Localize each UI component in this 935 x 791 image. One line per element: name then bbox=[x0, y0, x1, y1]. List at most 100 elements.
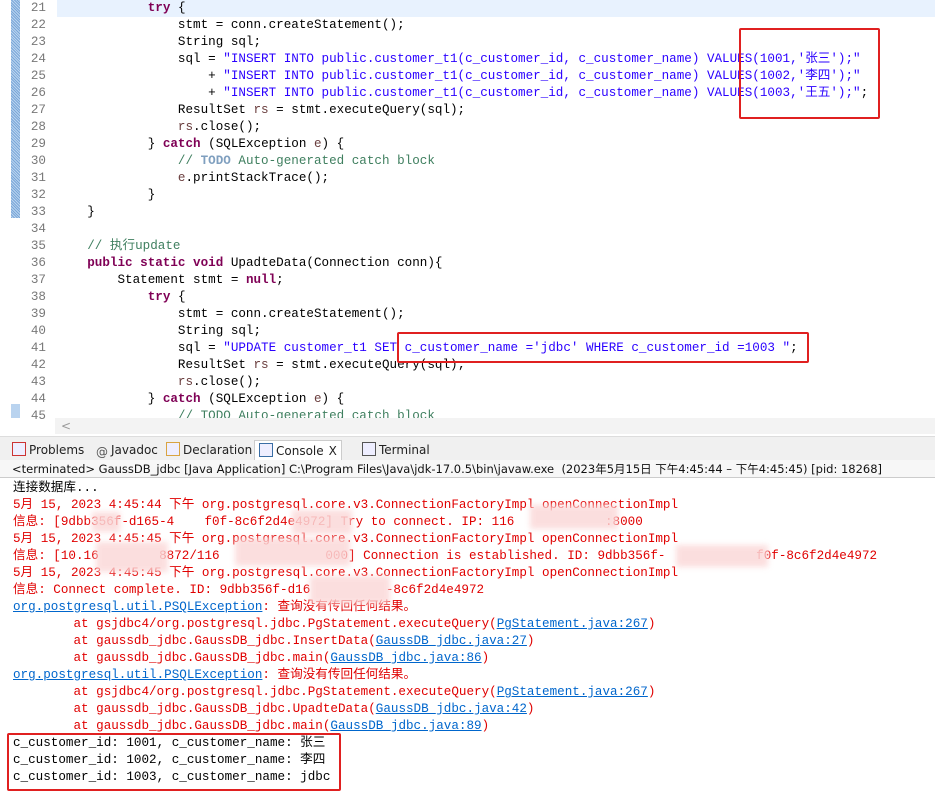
line-number: 41 bbox=[30, 341, 46, 355]
console-text: at gaussdb_jdbc.GaussDB_jdbc.UpadteData( bbox=[13, 702, 376, 716]
code-line[interactable]: 34 bbox=[0, 221, 935, 238]
tab-javadoc[interactable]: @ Javadoc bbox=[96, 440, 158, 460]
console-link[interactable]: GaussDB_jdbc.java:86 bbox=[330, 651, 481, 665]
redaction-blur bbox=[96, 542, 168, 572]
code-token: Auto-generated catch block bbox=[230, 154, 435, 168]
line-number: 33 bbox=[30, 205, 46, 219]
redaction-blur bbox=[92, 512, 120, 532]
code-line[interactable]: 30 // TODO Auto-generated catch block bbox=[0, 153, 935, 170]
line-number: 25 bbox=[30, 69, 46, 83]
line-number: 23 bbox=[30, 35, 46, 49]
line-number: 30 bbox=[30, 154, 46, 168]
console-text: ) bbox=[526, 634, 535, 648]
code-token: { bbox=[170, 1, 186, 15]
code-token: e bbox=[313, 137, 322, 151]
tab-terminal[interactable]: Terminal bbox=[362, 440, 430, 460]
code-token: rs bbox=[253, 358, 269, 372]
close-icon[interactable]: X bbox=[329, 444, 337, 458]
problems-icon bbox=[12, 442, 26, 456]
line-number: 31 bbox=[30, 171, 46, 185]
code-token: try bbox=[147, 1, 171, 15]
code-text: // 执行update bbox=[57, 238, 180, 255]
code-text: e.printStackTrace(); bbox=[57, 170, 329, 187]
line-number: 36 bbox=[30, 256, 46, 270]
highlight-box-insert-values bbox=[739, 28, 880, 119]
code-text: } bbox=[57, 187, 156, 204]
scroll-left-arrow-icon[interactable]: < bbox=[61, 419, 71, 433]
code-line[interactable]: 43 rs.close(); bbox=[0, 374, 935, 391]
tab-console[interactable]: Console X bbox=[254, 440, 342, 461]
code-token: .close(); bbox=[193, 120, 262, 134]
line-number: 38 bbox=[30, 290, 46, 304]
line-number: 28 bbox=[30, 120, 46, 134]
console-text: ) bbox=[526, 702, 535, 716]
console-text: ) bbox=[481, 719, 490, 733]
declaration-icon bbox=[166, 442, 180, 456]
console-icon bbox=[259, 443, 273, 457]
code-token: (SQLException bbox=[200, 392, 314, 406]
tab-problems[interactable]: Problems bbox=[12, 440, 84, 460]
code-token: String sql; bbox=[57, 324, 262, 338]
line-number: 40 bbox=[30, 324, 46, 338]
tab-label: Terminal bbox=[379, 443, 430, 457]
code-line[interactable]: 36 public static void UpadteData(Connect… bbox=[0, 255, 935, 272]
code-line[interactable]: 28 rs.close(); bbox=[0, 119, 935, 136]
code-token: TODO bbox=[200, 154, 231, 168]
line-number: 22 bbox=[30, 18, 46, 32]
console-link[interactable]: GaussDB_jdbc.java:42 bbox=[376, 702, 527, 716]
code-token: + bbox=[57, 69, 224, 83]
code-line[interactable]: 38 try { bbox=[0, 289, 935, 306]
highlight-box-query-results bbox=[7, 733, 341, 791]
code-line[interactable]: 39 stmt = conn.createStatement(); bbox=[0, 306, 935, 323]
bottom-panel-tabs: Problems @ Javadoc Declaration Console X Termi… bbox=[0, 436, 935, 461]
code-token: stmt = conn.createStatement(); bbox=[57, 307, 405, 321]
horizontal-scrollbar[interactable]: < bbox=[55, 418, 935, 434]
line-number: 34 bbox=[30, 222, 46, 236]
console-line: at gaussdb_jdbc.GaussDB_jdbc.main(GaussD… bbox=[13, 650, 489, 667]
code-token: ) { bbox=[321, 392, 345, 406]
console-text: 连接数据库... bbox=[13, 481, 99, 495]
console-link[interactable]: org.postgresql.util.PSQLException bbox=[13, 600, 262, 614]
console-line: at gaussdb_jdbc.GaussDB_jdbc.InsertData(… bbox=[13, 633, 534, 650]
console-text: at gsjdbc4/org.postgresql.jdbc.PgStateme… bbox=[13, 617, 497, 631]
code-token: // bbox=[57, 154, 201, 168]
console-link[interactable]: org.postgresql.util.PSQLException bbox=[13, 668, 262, 682]
line-number: 32 bbox=[30, 188, 46, 202]
code-text: ResultSet rs = stmt.executeQuery(sql); bbox=[57, 102, 465, 119]
code-text: public static void UpadteData(Connection… bbox=[57, 255, 442, 272]
code-token: UpadteData(Connection conn){ bbox=[223, 256, 443, 270]
console-text: ) bbox=[647, 685, 656, 699]
console-link[interactable]: PgStatement.java:267 bbox=[497, 685, 648, 699]
code-text: try { bbox=[57, 0, 186, 17]
code-line[interactable]: 44 } catch (SQLException e) { bbox=[0, 391, 935, 408]
code-token: catch bbox=[162, 137, 201, 151]
code-line[interactable]: 35 // 执行update bbox=[0, 238, 935, 255]
code-line[interactable]: 37 Statement stmt = null; bbox=[0, 272, 935, 289]
code-line[interactable]: 33 } bbox=[0, 204, 935, 221]
code-text: // TODO Auto-generated catch block bbox=[57, 153, 435, 170]
code-token: ; bbox=[276, 273, 284, 287]
code-token: // 执行update bbox=[57, 239, 181, 253]
console-link[interactable]: PgStatement.java:267 bbox=[497, 617, 648, 631]
console-link[interactable]: GaussDB_jdbc.java:89 bbox=[330, 719, 481, 733]
code-line[interactable]: 21 try { bbox=[0, 0, 935, 17]
redaction-blur bbox=[235, 538, 350, 566]
code-line[interactable]: 31 e.printStackTrace(); bbox=[0, 170, 935, 187]
code-text: } bbox=[57, 204, 95, 221]
code-token: } bbox=[57, 188, 156, 202]
highlight-box-update-sql bbox=[397, 332, 809, 363]
console-line: org.postgresql.util.PSQLException: 查询没有传… bbox=[13, 667, 416, 684]
tab-declaration[interactable]: Declaration bbox=[166, 440, 252, 460]
code-text: stmt = conn.createStatement(); bbox=[57, 17, 405, 34]
code-token: } bbox=[57, 205, 95, 219]
code-line[interactable]: 29 } catch (SQLException e) { bbox=[0, 136, 935, 153]
console-link[interactable]: GaussDB_jdbc.java:27 bbox=[376, 634, 527, 648]
redaction-blur bbox=[530, 505, 618, 529]
code-line[interactable]: 32 } bbox=[0, 187, 935, 204]
code-token: rs bbox=[177, 120, 194, 134]
